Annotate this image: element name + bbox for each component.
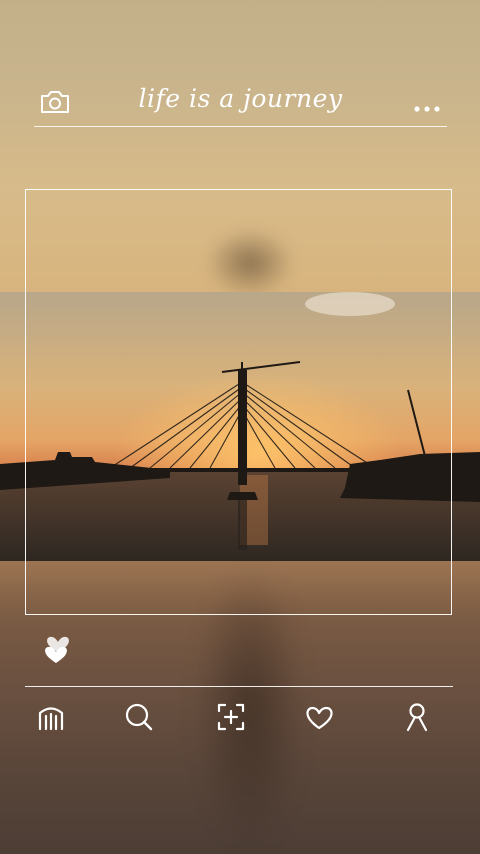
heart-icon[interactable] [301,699,337,735]
home-icon[interactable] [33,699,69,735]
heart-like-icon[interactable] [40,626,76,666]
search-icon[interactable] [121,699,157,735]
page-title: life is a journey [138,84,343,113]
bottom-nav [25,686,453,747]
more-dots-icon[interactable] [413,98,441,112]
photo-frame [25,189,452,615]
header-bar: life is a journey [34,78,447,127]
add-post-icon[interactable] [213,699,249,735]
profile-icon[interactable] [399,699,435,735]
